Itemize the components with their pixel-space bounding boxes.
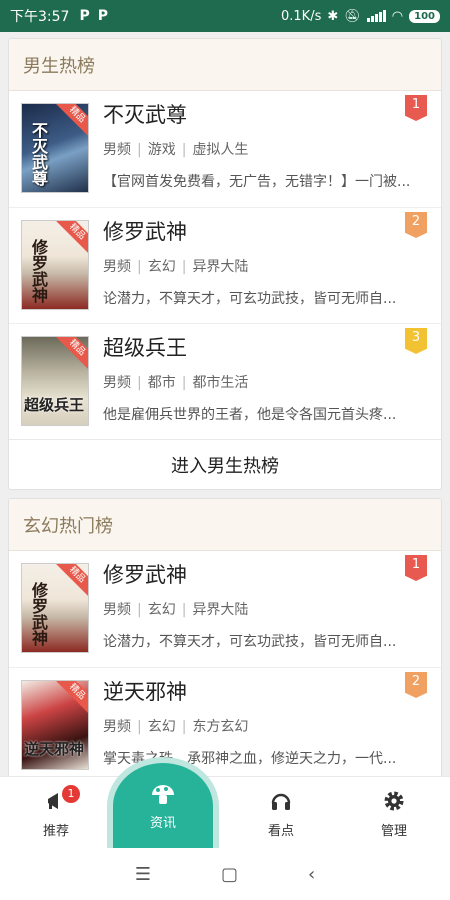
cover-title: 不灭武尊 bbox=[29, 122, 48, 186]
book-title: 修罗武神 bbox=[103, 220, 187, 244]
cover-tag: 精品 bbox=[54, 104, 88, 138]
section-male-hot: 男生热榜 精品 不灭武尊 不灭武尊 男频 | 游戏 | 虚拟人生 【官网首发免费看，无广… bbox=[8, 38, 442, 490]
tag-divider: | bbox=[137, 602, 142, 618]
book-cover: 精品 修罗武神 bbox=[21, 220, 89, 310]
nav-label: 资讯 bbox=[149, 815, 176, 831]
tag-divider: | bbox=[181, 602, 187, 618]
nav-label: 管理 bbox=[380, 823, 407, 839]
cover-title: 逆天邪神 bbox=[24, 740, 85, 758]
book-title: 修罗武神 bbox=[103, 563, 187, 587]
tag-divider: | bbox=[181, 375, 187, 391]
cover-tag: 精品 bbox=[54, 221, 88, 255]
tag-gender: 男频 bbox=[103, 259, 131, 275]
tag-sub: 都市生活 bbox=[192, 375, 249, 391]
cover-title: 修罗武神 bbox=[29, 582, 48, 646]
section-title: 玄幻热门榜 bbox=[9, 499, 441, 551]
book-tags: 男频 | 游戏 | 虚拟人生 bbox=[103, 139, 429, 159]
book-tags: 男频 | 玄幻 | 异界大陆 bbox=[103, 599, 429, 619]
book-desc: 【官网首发免费看，无广告，无错字！】一门被... bbox=[103, 174, 411, 190]
tag-gender: 男频 bbox=[103, 602, 131, 618]
rank-badge: 1 bbox=[405, 95, 427, 121]
section-fantasy-hot: 玄幻热门榜 精品 修罗武神 修罗武神 男频 | 玄幻 | 异界大陆 论潜力，不算天才，可… bbox=[8, 498, 442, 776]
tag-genre: 玄幻 bbox=[147, 719, 176, 735]
tag-genre: 玄幻 bbox=[147, 602, 176, 618]
nav-highlights[interactable]: 看点 bbox=[225, 777, 337, 849]
book-item[interactable]: 精品 不灭武尊 不灭武尊 男频 | 游戏 | 虚拟人生 【官网首发免费看，无广告，无错字… bbox=[9, 91, 441, 207]
nav-label: 看点 bbox=[267, 823, 294, 839]
rank-badge: 3 bbox=[405, 328, 427, 354]
nav-recommend[interactable]: 推荐 1 bbox=[0, 777, 112, 849]
book-title: 逆天邪神 bbox=[103, 680, 187, 704]
tag-sub: 异界大陆 bbox=[192, 602, 249, 618]
book-title: 不灭武尊 bbox=[103, 103, 187, 127]
cover-tag: 精品 bbox=[54, 337, 88, 371]
tag-sub: 虚拟人生 bbox=[192, 142, 249, 158]
status-time: 下午3:57 bbox=[10, 9, 70, 25]
rank-badge: 1 bbox=[405, 555, 427, 581]
book-item[interactable]: 精品 逆天邪神 逆天邪神 男频 | 玄幻 | 东方玄幻 掌天毒之珠，承邪神之血，修逆天之… bbox=[9, 667, 441, 776]
notification-p-icon-2: P bbox=[97, 8, 108, 24]
battery-icon: 100 bbox=[409, 9, 440, 23]
tag-divider: | bbox=[181, 719, 187, 735]
tag-genre: 游戏 bbox=[147, 142, 176, 158]
headphones-icon bbox=[268, 788, 294, 814]
book-tags: 男频 | 玄幻 | 东方玄幻 bbox=[103, 716, 429, 736]
rank-badge: 2 bbox=[405, 672, 427, 698]
nav-manage[interactable]: 管理 bbox=[338, 777, 450, 849]
menu-icon[interactable]: ☰ bbox=[135, 864, 151, 885]
notification-p-icon: P bbox=[79, 8, 90, 24]
tag-gender: 男频 bbox=[103, 375, 131, 391]
back-icon[interactable]: ‹ bbox=[308, 864, 315, 885]
book-item[interactable]: 精品 修罗武神 修罗武神 男频 | 玄幻 | 异界大陆 论潜力，不算天才，可玄功武技，皆… bbox=[9, 551, 441, 667]
bottom-nav: 推荐 1 资讯 看点 管理 bbox=[0, 763, 450, 849]
notification-badge: 1 bbox=[62, 785, 80, 803]
cover-tag: 精品 bbox=[54, 681, 88, 715]
enter-male-hot-button[interactable]: 进入男生热榜 bbox=[9, 439, 441, 489]
network-speed: 0.1K/s bbox=[281, 8, 322, 24]
nav-label: 推荐 bbox=[42, 823, 69, 839]
tag-divider: | bbox=[181, 142, 187, 158]
wifi-icon: ◠ bbox=[391, 8, 404, 24]
book-desc: 他是雇佣兵世界的王者，他是令各国元首头疼... bbox=[103, 407, 397, 423]
tag-gender: 男频 bbox=[103, 142, 131, 158]
status-bar: 下午3:57 P P 0.1K/s ✱ 🔕︎ ◠ 100 bbox=[0, 0, 450, 32]
book-cover: 精品 修罗武神 bbox=[21, 563, 89, 653]
cover-title: 超级兵王 bbox=[24, 396, 85, 414]
tag-sub: 异界大陆 bbox=[192, 259, 249, 275]
book-cover: 精品 不灭武尊 bbox=[21, 103, 89, 193]
mute-icon: 🔕︎ bbox=[344, 8, 361, 24]
mushroom-icon bbox=[150, 782, 176, 812]
tag-divider: | bbox=[181, 259, 187, 275]
gear-icon bbox=[381, 788, 407, 814]
book-item[interactable]: 精品 超级兵王 超级兵王 男频 | 都市 | 都市生活 他是雇佣兵世界的王者，他是令各国… bbox=[9, 323, 441, 439]
home-icon[interactable]: ▢ bbox=[221, 864, 238, 885]
cover-tag: 精品 bbox=[54, 564, 88, 598]
tag-gender: 男频 bbox=[103, 719, 131, 735]
book-cover: 精品 逆天邪神 bbox=[21, 680, 89, 770]
book-cover: 精品 超级兵王 bbox=[21, 336, 89, 426]
tag-genre: 都市 bbox=[147, 375, 176, 391]
rank-badge: 2 bbox=[405, 212, 427, 238]
book-item[interactable]: 精品 修罗武神 修罗武神 男频 | 玄幻 | 异界大陆 论潜力，不算天才，可玄功武技，皆… bbox=[9, 207, 441, 323]
tag-divider: | bbox=[137, 375, 142, 391]
tag-sub: 东方玄幻 bbox=[192, 719, 249, 735]
tag-genre: 玄幻 bbox=[147, 259, 176, 275]
book-tags: 男频 | 都市 | 都市生活 bbox=[103, 372, 429, 392]
book-tags: 男频 | 玄幻 | 异界大陆 bbox=[103, 256, 429, 276]
nav-news[interactable]: 资讯 bbox=[113, 763, 213, 849]
system-nav: ☰ ▢ ‹ bbox=[0, 848, 450, 900]
tag-divider: | bbox=[137, 142, 142, 158]
cover-title: 修罗武神 bbox=[29, 239, 48, 303]
book-title: 超级兵王 bbox=[103, 336, 187, 360]
book-desc: 论潜力，不算天才，可玄功武技，皆可无师自... bbox=[103, 291, 397, 307]
section-title: 男生热榜 bbox=[9, 39, 441, 91]
tag-divider: | bbox=[137, 719, 142, 735]
tag-divider: | bbox=[137, 259, 142, 275]
book-desc: 论潜力，不算天才，可玄功武技，皆可无师自... bbox=[103, 634, 397, 650]
signal-icon bbox=[366, 10, 386, 22]
bluetooth-icon: ✱ bbox=[327, 8, 339, 24]
